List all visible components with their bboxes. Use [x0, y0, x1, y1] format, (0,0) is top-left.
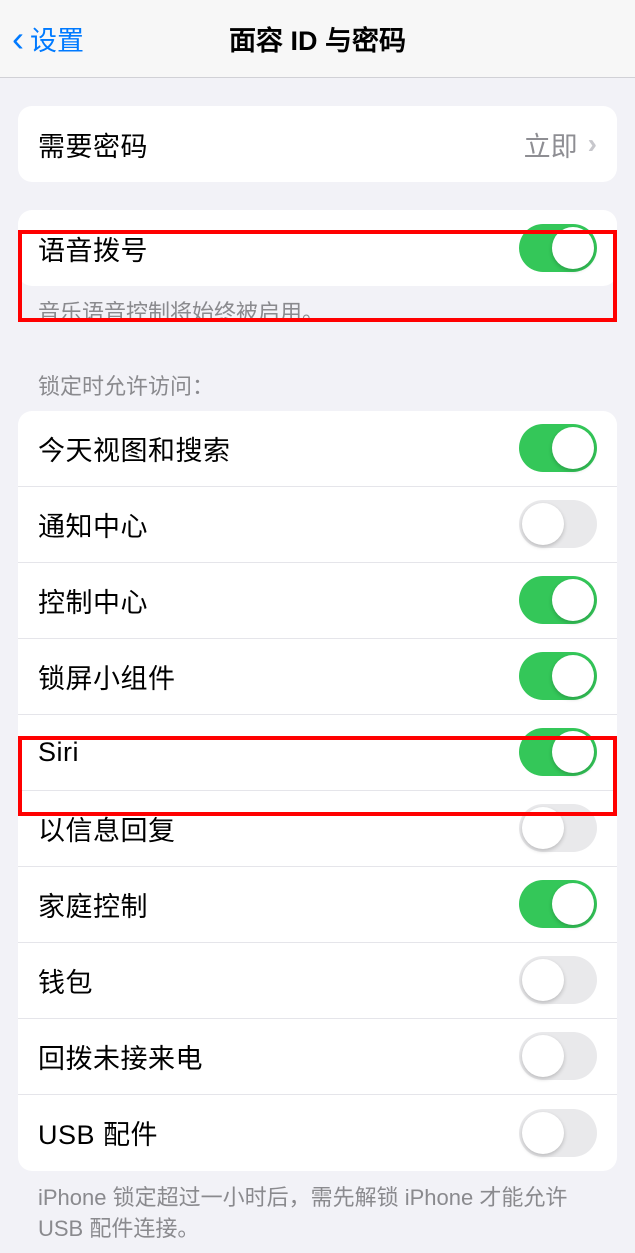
lock-access-toggle[interactable] — [519, 652, 597, 700]
lock-access-toggle[interactable] — [519, 728, 597, 776]
lock-access-footer: iPhone 锁定超过一小时后，需先解锁 iPhone 才能允许 USB 配件连… — [18, 1171, 617, 1245]
lock-access-toggle[interactable] — [519, 880, 597, 928]
lock-access-toggle[interactable] — [519, 804, 597, 852]
lock-access-row: 今天视图和搜索 — [18, 411, 617, 487]
back-button[interactable]: ‹ 设置 — [0, 19, 84, 58]
lock-access-toggle[interactable] — [519, 576, 597, 624]
lock-access-label: 回拨未接来电 — [38, 1037, 203, 1076]
lock-access-row: 家庭控制 — [18, 867, 617, 943]
lock-access-toggle[interactable] — [519, 500, 597, 548]
lock-access-toggle[interactable] — [519, 1032, 597, 1080]
nav-header: ‹ 设置 面容 ID 与密码 — [0, 0, 635, 78]
page-title: 面容 ID 与密码 — [0, 19, 635, 58]
require-passcode-row[interactable]: 需要密码 立即 › — [18, 106, 617, 182]
lock-access-toggle[interactable] — [519, 1109, 597, 1157]
voice-dial-label: 语音拨号 — [38, 229, 148, 268]
lock-access-row: 回拨未接来电 — [18, 1019, 617, 1095]
voice-dial-toggle[interactable] — [519, 224, 597, 272]
chevron-right-icon: › — [588, 128, 597, 160]
lock-access-row: Siri — [18, 715, 617, 791]
lock-access-label: 钱包 — [38, 961, 93, 1000]
voice-dial-group: 语音拨号 — [18, 210, 617, 286]
lock-access-label: 控制中心 — [38, 581, 148, 620]
lock-access-label: 锁屏小组件 — [38, 657, 176, 696]
require-passcode-value: 立即 — [524, 125, 578, 164]
chevron-left-icon: ‹ — [12, 21, 24, 57]
lock-access-header: 锁定时允许访问： — [18, 369, 617, 411]
lock-access-label: 以信息回复 — [38, 809, 176, 848]
lock-access-label: USB 配件 — [38, 1113, 158, 1152]
lock-access-toggle[interactable] — [519, 424, 597, 472]
lock-access-row: 控制中心 — [18, 563, 617, 639]
require-passcode-group: 需要密码 立即 › — [18, 106, 617, 182]
lock-access-row: USB 配件 — [18, 1095, 617, 1171]
lock-access-row: 钱包 — [18, 943, 617, 1019]
lock-access-label: Siri — [38, 737, 79, 768]
lock-access-toggle[interactable] — [519, 956, 597, 1004]
lock-access-row: 以信息回复 — [18, 791, 617, 867]
lock-access-label: 通知中心 — [38, 505, 148, 544]
lock-access-label: 今天视图和搜索 — [38, 429, 231, 468]
lock-access-group: 今天视图和搜索通知中心控制中心锁屏小组件 Siri 以信息回复家庭控制钱包回拨未接来… — [18, 411, 617, 1171]
require-passcode-label: 需要密码 — [38, 125, 148, 164]
lock-access-row: 通知中心 — [18, 487, 617, 563]
voice-dial-footer: 音乐语音控制将始终被启用。 — [18, 286, 617, 329]
lock-access-label: 家庭控制 — [38, 885, 148, 924]
lock-access-row: 锁屏小组件 — [18, 639, 617, 715]
back-label: 设置 — [30, 19, 84, 58]
voice-dial-row: 语音拨号 — [18, 210, 617, 286]
